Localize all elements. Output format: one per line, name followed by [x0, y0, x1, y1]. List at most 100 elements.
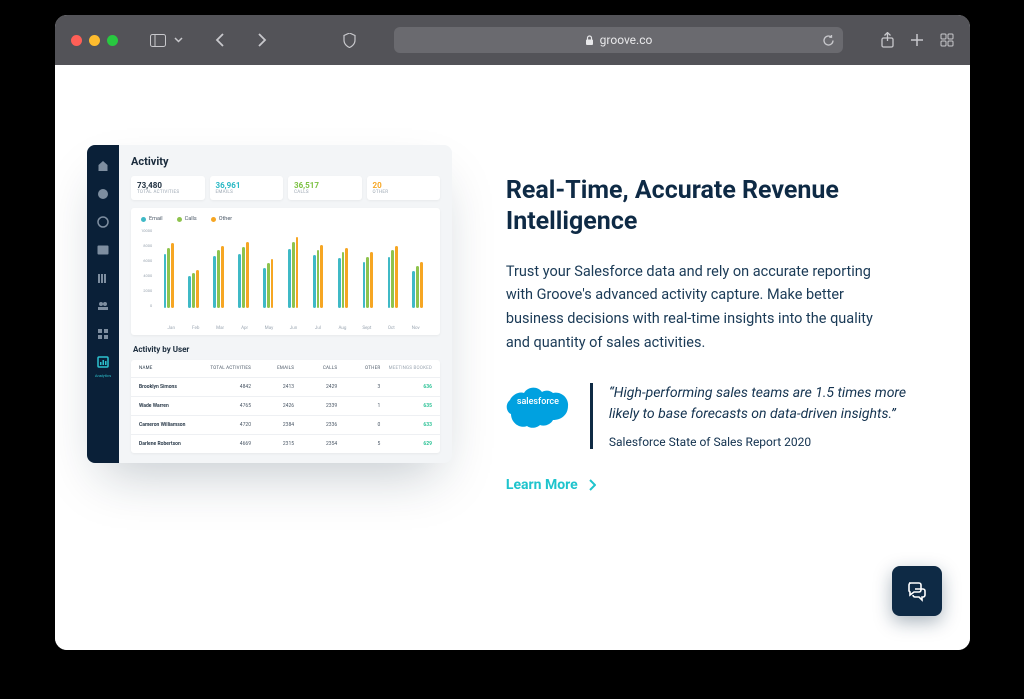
bar: [238, 254, 241, 308]
table-row[interactable]: Cameron Williamson4720238423360633: [131, 416, 440, 435]
minimize-window-button[interactable]: [89, 35, 100, 46]
stat-card: 20OTHER: [367, 176, 441, 200]
learn-more-link[interactable]: Learn More: [506, 477, 920, 493]
stat-card: 73,480TOTAL ACTIVITIES: [131, 176, 205, 200]
table-header-cell: OTHER: [337, 366, 380, 371]
x-tick: Jan: [159, 326, 183, 331]
bar: [338, 258, 341, 308]
table-row[interactable]: Brooklyn Simons4842241324293636: [131, 378, 440, 397]
table-cell: Wade Warren: [139, 403, 208, 409]
bar: [246, 242, 249, 308]
maximize-window-button[interactable]: [107, 35, 118, 46]
table-cell: 4669: [208, 441, 251, 447]
library-icon[interactable]: [96, 271, 110, 285]
table-cell: 5: [337, 441, 380, 447]
cta-label: Learn More: [506, 477, 578, 493]
x-tick: Oct: [379, 326, 403, 331]
bar: [267, 263, 270, 308]
nav-back-icon[interactable]: [215, 33, 225, 47]
y-tick: 2000: [141, 288, 152, 293]
table-row[interactable]: Darlene Robertson4669231523545629: [131, 435, 440, 453]
close-window-button[interactable]: [71, 35, 82, 46]
stat-label: EMAILS: [216, 190, 278, 195]
share-icon[interactable]: [881, 32, 894, 48]
table-cell: 4842: [208, 384, 251, 390]
bar-group: [405, 228, 430, 308]
chevron-down-icon[interactable]: [174, 37, 183, 43]
x-tick: May: [257, 326, 281, 331]
mail-icon[interactable]: [96, 243, 110, 257]
stat-card: 36,961EMAILS: [210, 176, 284, 200]
salesforce-label: salesforce: [506, 397, 570, 407]
home-icon[interactable]: [96, 159, 110, 173]
new-tab-icon[interactable]: [910, 33, 924, 47]
table-cell: 633: [380, 422, 432, 428]
y-tick: 8000: [141, 243, 152, 248]
panel-title: Activity: [131, 155, 440, 168]
table-cell: Darlene Robertson: [139, 441, 208, 447]
quote-text: “High-performing sales teams are 1.5 tim…: [609, 383, 920, 425]
bar-group: [256, 228, 281, 308]
x-tick: Nov: [404, 326, 428, 331]
nav-forward-icon[interactable]: [257, 33, 267, 47]
bar: [221, 246, 224, 308]
bar: [167, 248, 170, 308]
table-cell: 4720: [208, 422, 251, 428]
bar: [242, 247, 245, 308]
x-tick: Jul: [306, 326, 330, 331]
table-row[interactable]: Wade Warren4765242623391635: [131, 397, 440, 416]
bar: [263, 268, 266, 308]
x-tick: Aug: [330, 326, 354, 331]
legend-other: Other: [219, 216, 232, 222]
legend-email: Email: [149, 216, 163, 222]
bar: [395, 246, 398, 308]
table-cell: 2384: [251, 422, 294, 428]
stat-label: CALLS: [294, 190, 356, 195]
bar: [213, 256, 216, 308]
traffic-lights: [71, 35, 118, 46]
bar-group: [330, 228, 355, 308]
app-sidebar: Analytics: [87, 145, 119, 463]
table-header: NAMETOTAL ACTIVITIESEMAILSCALLSOTHERMEET…: [131, 360, 440, 378]
y-tick: 4000: [141, 273, 152, 278]
play-icon[interactable]: [96, 187, 110, 201]
legend-calls: Calls: [185, 216, 197, 222]
table-cell: 2315: [251, 441, 294, 447]
table-cell: 2336: [294, 422, 337, 428]
bar: [188, 276, 191, 308]
lock-icon: [585, 35, 594, 46]
table-cell: 635: [380, 403, 432, 409]
chat-button[interactable]: [892, 566, 942, 616]
url-bar[interactable]: groove.co: [394, 27, 843, 53]
analytics-icon[interactable]: [96, 355, 110, 369]
table-header-cell: EMAILS: [251, 366, 294, 371]
bar: [317, 250, 320, 308]
shield-icon[interactable]: [343, 33, 356, 48]
bar: [342, 252, 345, 308]
table-cell: 2413: [251, 384, 294, 390]
sidebar-toggle-icon[interactable]: [150, 34, 166, 47]
refresh-icon[interactable]: [822, 34, 835, 47]
bar: [370, 252, 373, 308]
table-title: Activity by User: [133, 345, 440, 354]
table-cell: Brooklyn Simons: [139, 384, 208, 390]
table-header-cell: TOTAL ACTIVITIES: [208, 366, 251, 371]
browser-titlebar: groove.co: [55, 15, 970, 65]
url-host: groove.co: [600, 33, 653, 47]
bar-group: [231, 228, 256, 308]
compass-icon[interactable]: [96, 215, 110, 229]
bar: [320, 245, 323, 308]
bar-group: [306, 228, 331, 308]
tabs-grid-icon[interactable]: [940, 33, 954, 47]
bar: [416, 266, 419, 308]
table-cell: 636: [380, 384, 432, 390]
people-icon[interactable]: [96, 299, 110, 313]
apps-icon[interactable]: [96, 327, 110, 341]
bar: [412, 271, 415, 308]
bar: [420, 262, 423, 308]
bar-group: [156, 228, 181, 308]
y-tick: 6000: [141, 258, 152, 263]
bar: [164, 254, 167, 308]
table-cell: 2354: [294, 441, 337, 447]
x-tick: Jun: [281, 326, 305, 331]
